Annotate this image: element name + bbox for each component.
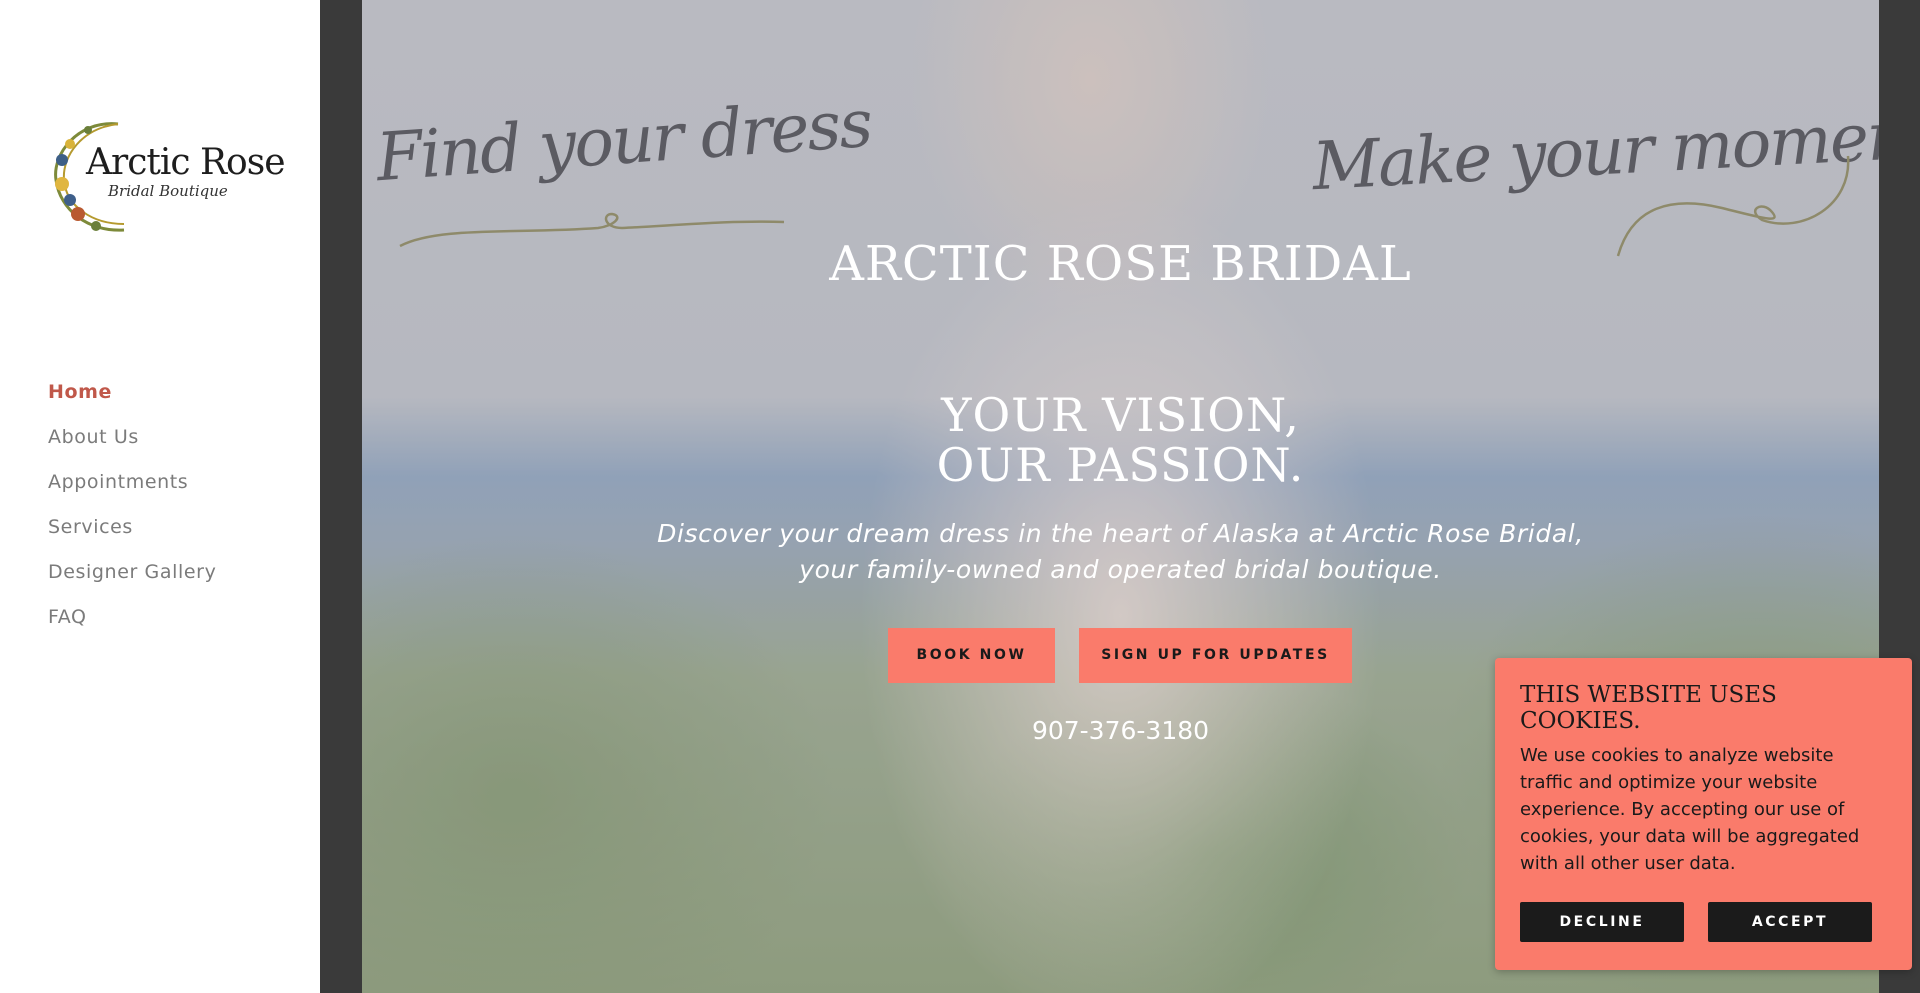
hero-subtitle: Discover your dream dress in the heart o…: [362, 516, 1879, 588]
nav-item-designer-gallery[interactable]: Designer Gallery: [48, 558, 216, 603]
sign-up-for-updates-button[interactable]: SIGN UP FOR UPDATES: [1079, 628, 1352, 683]
nav-item-about-us[interactable]: About Us: [48, 423, 216, 468]
hero-headline: YOUR VISION, OUR PASSION.: [362, 390, 1879, 490]
sidebar: Arctic Rose Bridal Boutique Home About U…: [0, 0, 320, 993]
decline-cookies-button[interactable]: DECLINE: [1520, 902, 1684, 942]
hero-brand-title: ARCTIC ROSE BRIDAL: [829, 236, 1412, 292]
logo[interactable]: Arctic Rose Bridal Boutique: [48, 114, 286, 238]
nav-item-faq[interactable]: FAQ: [48, 603, 216, 648]
hero-headline-line-1: YOUR VISION,: [941, 388, 1300, 442]
nav-item-home[interactable]: Home: [48, 378, 216, 423]
cookie-banner-text: We use cookies to analyze website traffi…: [1520, 745, 1860, 874]
accept-cookies-button[interactable]: ACCEPT: [1708, 902, 1872, 942]
hero-subtitle-line-1: Discover your dream dress in the heart o…: [657, 519, 1584, 548]
nav-item-appointments[interactable]: Appointments: [48, 468, 216, 513]
logo-title: Arctic Rose: [86, 142, 286, 183]
hero-subtitle-line-2: your family-owned and operated bridal bo…: [799, 555, 1442, 584]
nav-item-services[interactable]: Services: [48, 513, 216, 558]
book-now-button[interactable]: BOOK NOW: [888, 628, 1055, 683]
sidebar-nav: Home About Us Appointments Services Desi…: [48, 378, 216, 648]
cookie-banner-title: THIS WEBSITE USES COOKIES.: [1520, 682, 1777, 734]
logo-subtitle: Bridal Boutique: [108, 182, 228, 200]
cookie-banner: THIS WEBSITE USES COOKIES. We use cookie…: [1495, 658, 1912, 970]
hero-headline-line-2: OUR PASSION.: [936, 438, 1305, 492]
